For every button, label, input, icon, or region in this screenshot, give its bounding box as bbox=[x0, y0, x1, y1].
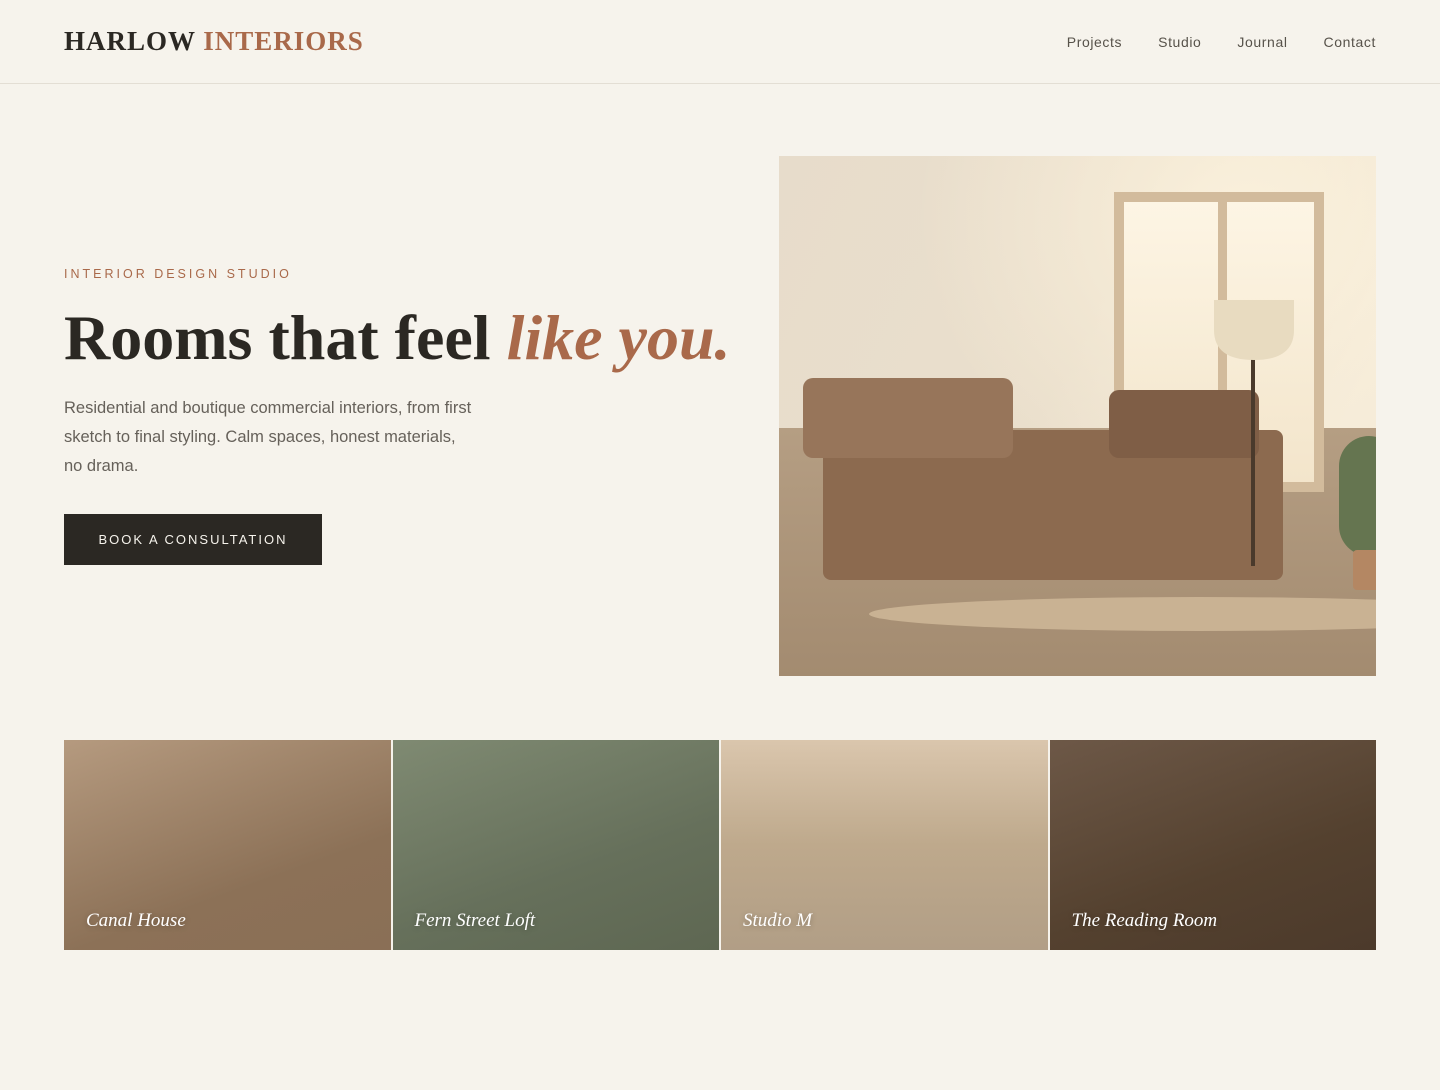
project-title: Fern Street Loft bbox=[414, 910, 536, 931]
hero-lede: Residential and boutique commercial inte… bbox=[64, 399, 472, 475]
headline-emphasis: like you. bbox=[506, 302, 731, 373]
nav-item-studio[interactable]: Studio bbox=[1158, 33, 1201, 51]
hero-eyebrow: INTERIOR DESIGN STUDIO bbox=[64, 267, 292, 281]
brand-name-primary: HARLOW bbox=[64, 26, 196, 56]
project-title: Canal House bbox=[86, 910, 186, 931]
project-title: Studio M bbox=[743, 910, 813, 931]
main-nav: Projects Studio Journal Contact bbox=[1067, 33, 1376, 51]
project-tiles: Canal House Fern Street Loft Studio M Th… bbox=[64, 740, 1376, 950]
project-tile-studio-m[interactable]: Studio M bbox=[721, 740, 1048, 950]
hero-image bbox=[779, 156, 1376, 676]
living-room-illustration bbox=[779, 156, 1376, 676]
project-tile-fern-street-loft[interactable]: Fern Street Loft bbox=[392, 740, 719, 950]
nav-item-projects[interactable]: Projects bbox=[1067, 33, 1122, 51]
nav-item-contact[interactable]: Contact bbox=[1324, 33, 1376, 51]
brand-logo[interactable]: HARLOW INTERIORS bbox=[64, 26, 364, 56]
book-consultation-button[interactable]: BOOK A CONSULTATION bbox=[64, 514, 322, 565]
site-header: HARLOW INTERIORS Projects Studio Journal… bbox=[0, 0, 1440, 84]
nav-item-journal[interactable]: Journal bbox=[1237, 33, 1287, 51]
hero-headline: Rooms that feel like you. bbox=[64, 300, 731, 376]
project-tile-the-reading-room[interactable]: The Reading Room bbox=[1049, 740, 1376, 950]
headline-plain: Rooms that feel bbox=[64, 302, 507, 373]
project-title: The Reading Room bbox=[1071, 910, 1218, 931]
project-tile-canal-house[interactable]: Canal House bbox=[64, 740, 391, 950]
brand-name-secondary: INTERIORS bbox=[203, 26, 364, 56]
